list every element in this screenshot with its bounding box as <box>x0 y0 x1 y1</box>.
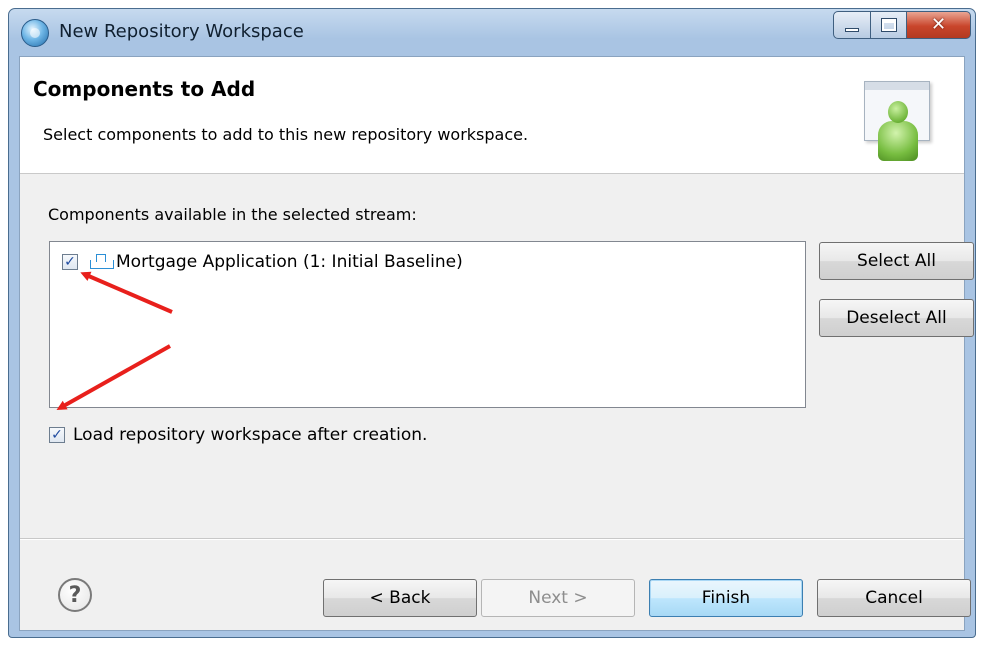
load-workspace-checkbox[interactable]: ✓ <box>49 427 65 443</box>
window-title: New Repository Workspace <box>59 21 304 42</box>
wizard-graphic-head <box>888 101 908 123</box>
cancel-button[interactable]: Cancel <box>817 579 971 617</box>
dialog-client-area: Components to Add Select components to a… <box>19 56 974 631</box>
load-workspace-option[interactable]: ✓ Load repository workspace after creati… <box>49 423 427 447</box>
app-icon <box>21 19 49 47</box>
finish-button[interactable]: Finish <box>649 579 803 617</box>
maximize-button[interactable] <box>871 11 907 39</box>
checkmark-icon: ✓ <box>51 427 63 443</box>
window-controls: ✕ <box>833 11 971 41</box>
footer-separator <box>20 538 964 540</box>
page-title: Components to Add <box>33 77 256 101</box>
load-workspace-label: Load repository workspace after creation… <box>73 425 428 445</box>
minimize-icon <box>845 28 859 32</box>
back-button[interactable]: < Back <box>323 579 477 617</box>
checkmark-icon: ✓ <box>64 254 76 270</box>
title-bar[interactable]: New Repository Workspace ✕ <box>9 9 975 55</box>
user-window-wizard-icon <box>858 77 936 165</box>
component-checkbox[interactable]: ✓ <box>62 254 78 270</box>
component-label: Mortgage Application (1: Initial Baselin… <box>116 252 463 272</box>
select-all-button[interactable]: Select All <box>819 242 974 280</box>
minimize-button[interactable] <box>833 11 871 39</box>
help-icon[interactable]: ? <box>58 578 92 612</box>
wizard-graphic-body <box>878 121 918 161</box>
help-glyph: ? <box>68 582 82 608</box>
next-button[interactable]: Next > <box>481 579 635 617</box>
component-icon <box>90 254 114 270</box>
close-icon: ✕ <box>930 14 947 35</box>
list-item-mortgage-application[interactable]: ✓ Mortgage Application (1: Initial Basel… <box>62 250 463 274</box>
maximize-icon <box>881 19 896 31</box>
components-list[interactable]: ✓ Mortgage Application (1: Initial Basel… <box>49 241 806 408</box>
page-description: Select components to add to this new rep… <box>43 125 529 144</box>
wizard-window: New Repository Workspace ✕ Components to… <box>8 8 976 638</box>
close-button[interactable]: ✕ <box>907 11 971 39</box>
deselect-all-button[interactable]: Deselect All <box>819 299 974 337</box>
wizard-header: Components to Add Select components to a… <box>20 57 964 174</box>
components-label: Components available in the selected str… <box>48 205 417 224</box>
